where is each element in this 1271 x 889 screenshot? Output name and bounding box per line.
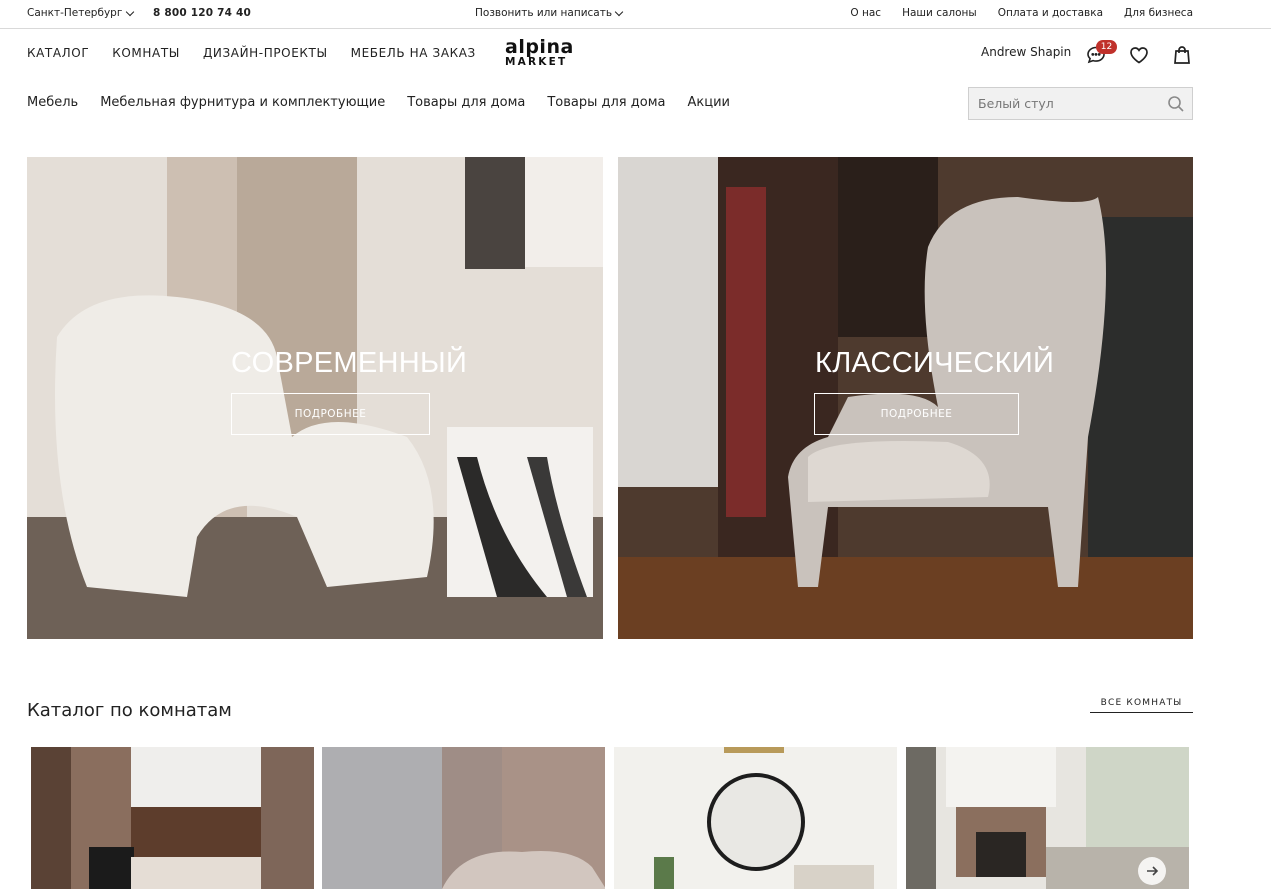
main-nav: КАТАЛОГ КОМНАТЫ ДИЗАЙН-ПРОЕКТЫ МЕБЕЛЬ НА… — [27, 46, 476, 60]
category-furniture[interactable]: Мебель — [27, 95, 78, 110]
search-icon[interactable] — [1167, 95, 1185, 113]
search-box — [968, 87, 1193, 120]
hero-modern-title: СОВРЕМЕННЫЙ — [231, 347, 468, 379]
nav-catalog[interactable]: КАТАЛОГ — [27, 46, 89, 60]
nav-custom-furniture[interactable]: МЕБЕЛЬ НА ЗАКАЗ — [351, 46, 476, 60]
hero-classic-title: КЛАССИЧЕСКИЙ — [815, 347, 1055, 379]
top-links: О нас Наши салоны Оплата и доставка Для … — [850, 7, 1193, 19]
hero-classic[interactable]: КЛАССИЧЕСКИЙ ПОДРОБНЕЕ — [618, 157, 1193, 639]
chevron-down-icon — [614, 7, 624, 16]
category-nav: Мебель Мебельная фурнитура и комплектующ… — [27, 95, 730, 110]
bedroom-image — [322, 747, 605, 889]
top-bar: Санкт-Петербург 8 800 120 74 40 Позвонит… — [0, 0, 1271, 29]
link-salons[interactable]: Наши салоны — [902, 7, 977, 19]
logo-text: alpina — [505, 36, 574, 58]
user-name[interactable]: Andrew Shapin — [981, 45, 1071, 59]
category-home-goods[interactable]: Товары для дома — [407, 95, 525, 110]
heart-icon — [1130, 47, 1148, 64]
bag-icon — [1174, 46, 1190, 64]
category-home-goods-2[interactable]: Товары для дома — [547, 95, 665, 110]
cart-button[interactable] — [1171, 44, 1193, 66]
logo[interactable]: alpina MARKET — [505, 38, 579, 70]
call-label: Позвонить или написать — [475, 7, 613, 19]
favorites-button[interactable] — [1128, 44, 1150, 66]
call-or-write-dropdown[interactable]: Позвонить или написать — [475, 7, 624, 19]
arrow-right-icon — [1147, 866, 1159, 876]
hero-modern[interactable]: СОВРЕМЕННЫЙ ПОДРОБНЕЕ — [27, 157, 603, 639]
category-sales[interactable]: Акции — [687, 95, 730, 110]
chevron-down-icon — [126, 7, 135, 16]
link-payment-delivery[interactable]: Оплата и доставка — [998, 7, 1103, 19]
search-input[interactable] — [969, 88, 1159, 119]
bathroom-image — [614, 747, 897, 889]
phone-number[interactable]: 8 800 120 74 40 — [153, 7, 251, 19]
kitchen-image — [31, 747, 314, 889]
carousel-next-button[interactable] — [1138, 857, 1166, 885]
city-selector[interactable]: Санкт-Петербург — [27, 7, 135, 19]
room-card-bedroom[interactable] — [322, 747, 605, 889]
category-fittings[interactable]: Мебельная фурнитура и комплектующие — [100, 95, 385, 110]
link-business[interactable]: Для бизнеса — [1124, 7, 1193, 19]
chat-count-badge: 12 — [1096, 40, 1117, 54]
nav-rooms[interactable]: КОМНАТЫ — [112, 46, 180, 60]
rooms-section-title: Каталог по комнатам — [27, 700, 232, 721]
city-label: Санкт-Петербург — [27, 7, 123, 19]
all-rooms-link[interactable]: ВСЕ КОМНАТЫ — [1090, 698, 1193, 713]
room-card-kitchen[interactable] — [31, 747, 314, 889]
link-about[interactable]: О нас — [850, 7, 881, 19]
nav-design-projects[interactable]: ДИЗАЙН-ПРОЕКТЫ — [203, 46, 328, 60]
hero-modern-more-button[interactable]: ПОДРОБНЕЕ — [231, 393, 430, 435]
hero-classic-more-button[interactable]: ПОДРОБНЕЕ — [814, 393, 1019, 435]
room-card-bathroom[interactable] — [614, 747, 897, 889]
